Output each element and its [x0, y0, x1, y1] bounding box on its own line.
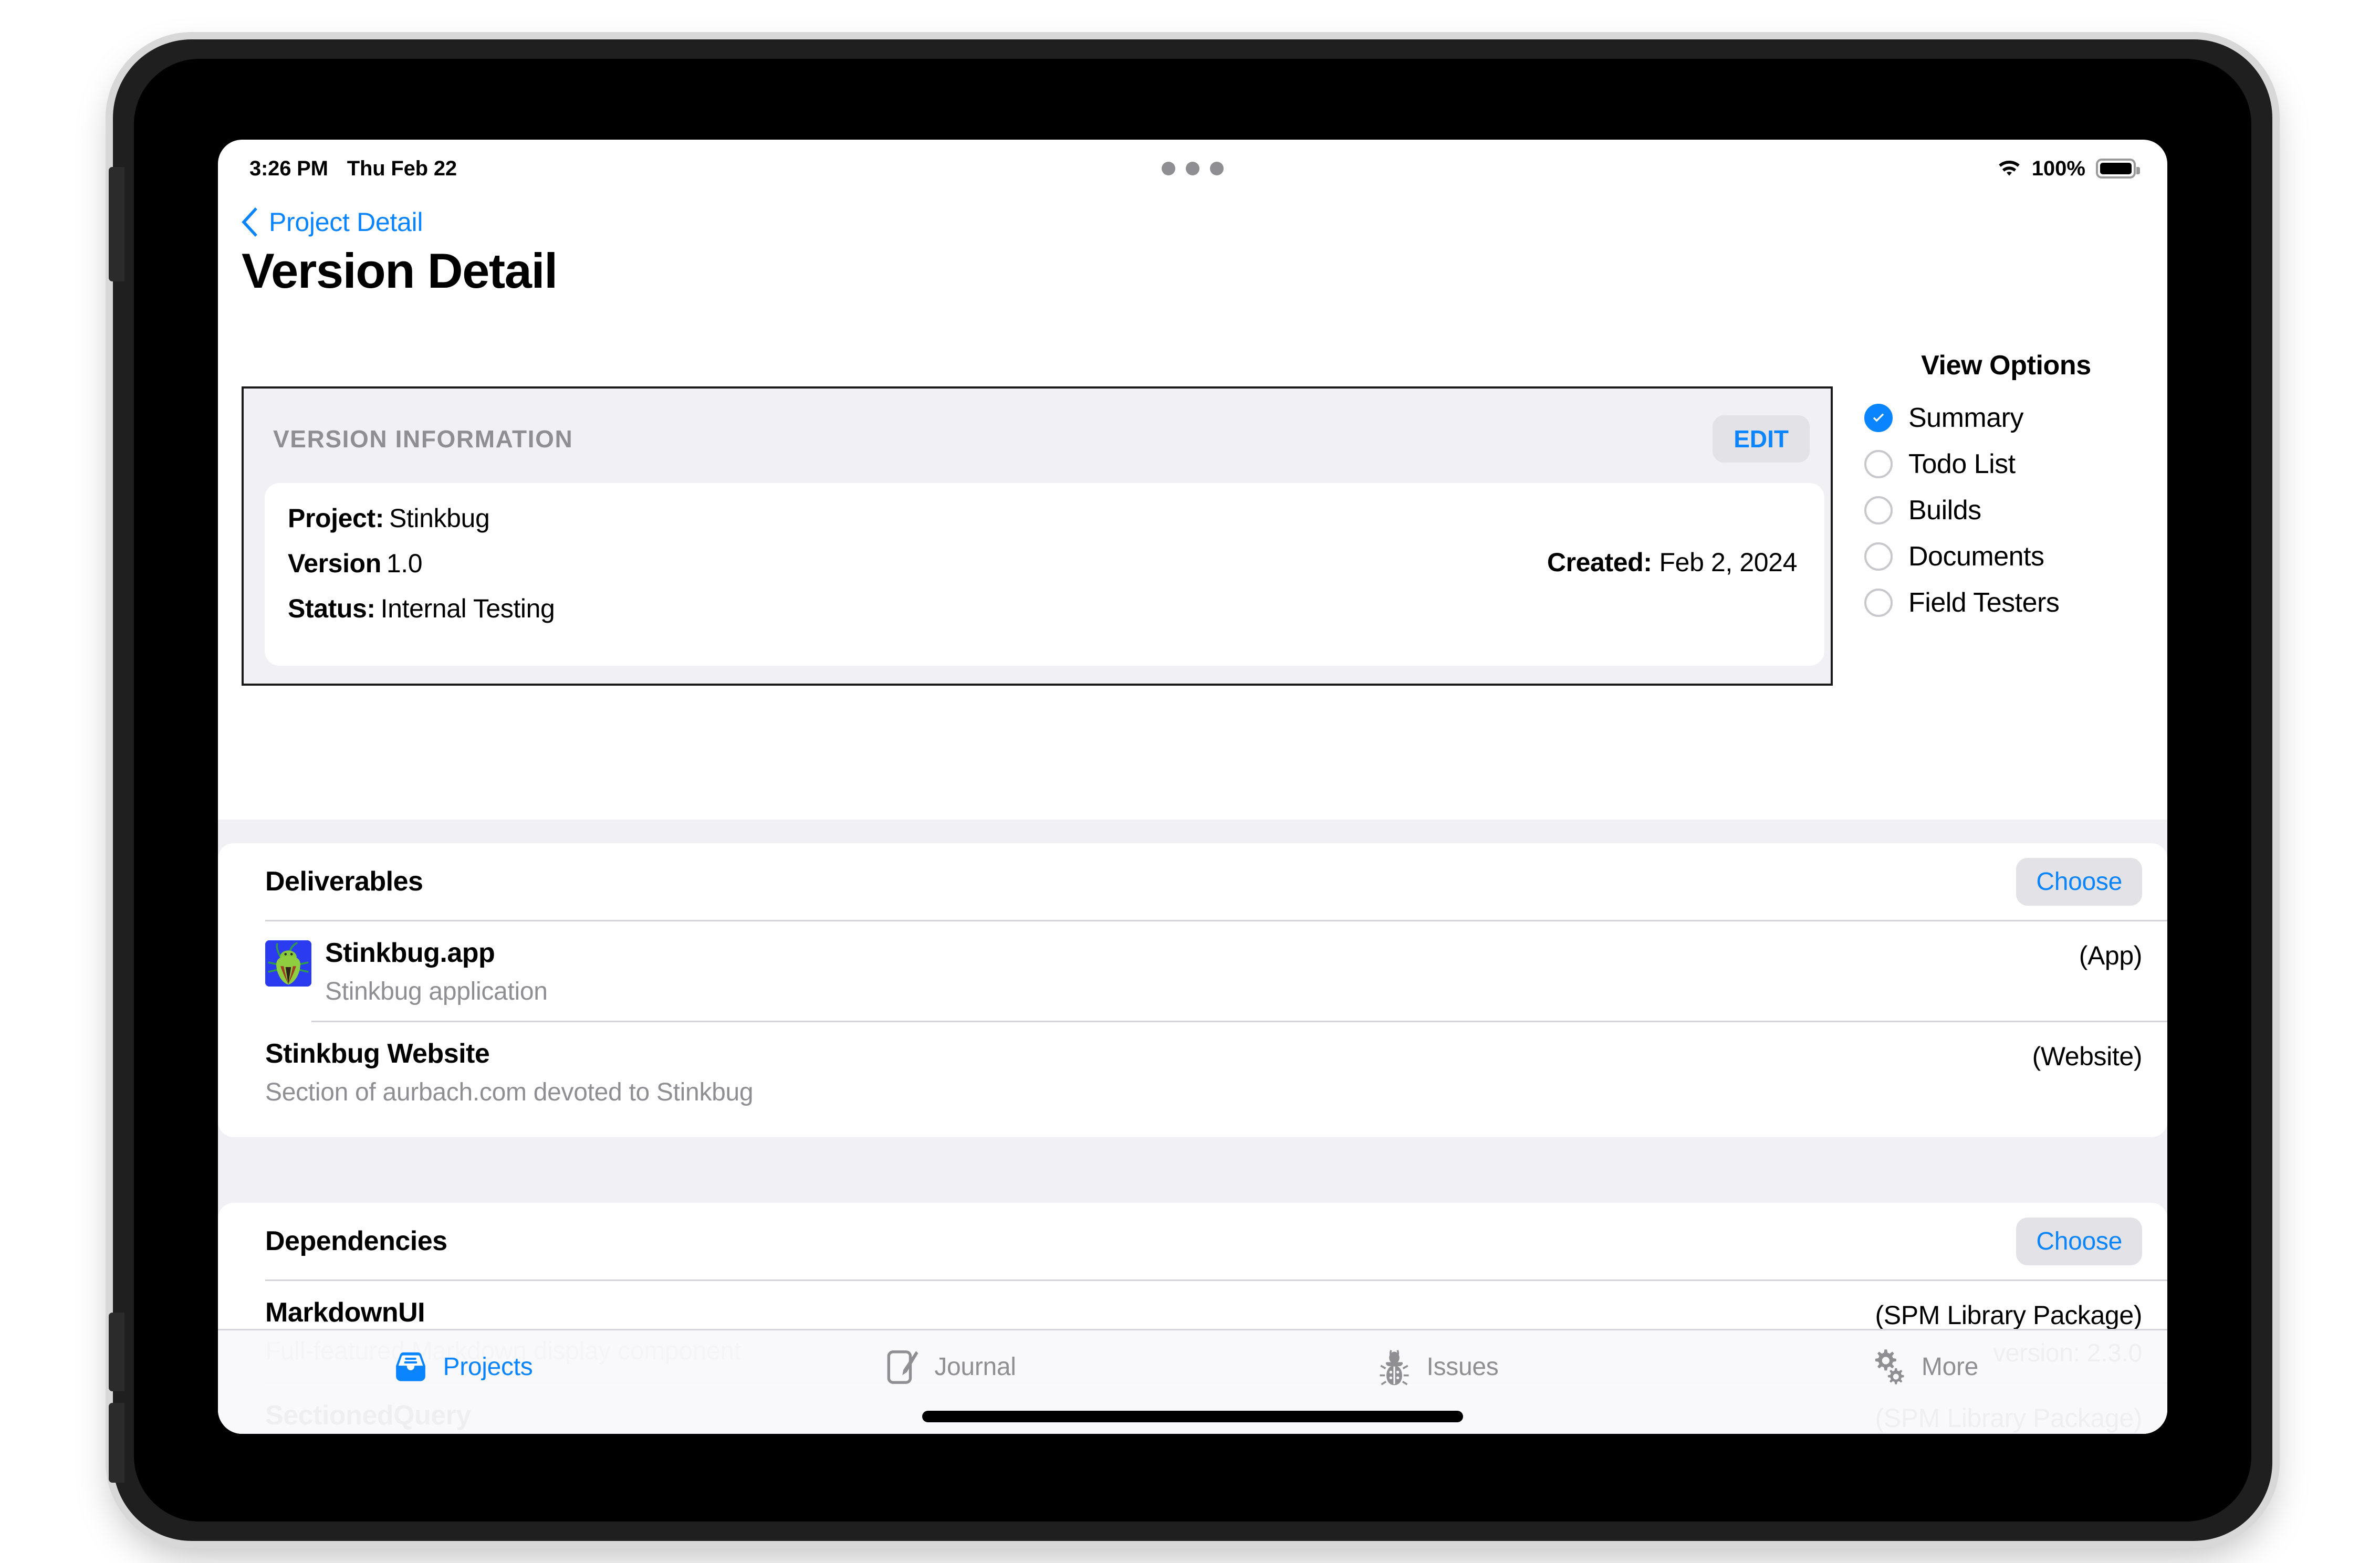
field-project: Project: Stinkbug [288, 503, 1547, 533]
multitasking-dots[interactable] [1162, 162, 1224, 175]
view-option-summary[interactable]: Summary [1859, 395, 2153, 441]
view-option-label: Field Testers [1908, 588, 2060, 618]
view-option-label: Todo List [1908, 449, 2016, 479]
deliverables-title: Deliverables [265, 866, 423, 897]
dependencies-title: Dependencies [265, 1226, 447, 1256]
view-option-field-testers[interactable]: Field Testers [1859, 580, 2153, 626]
field-status-value: Internal Testing [380, 594, 555, 623]
power-button[interactable] [109, 167, 124, 281]
tray-icon [395, 1352, 425, 1381]
field-status-label: Status: [288, 594, 375, 623]
tab-label: Projects [443, 1353, 533, 1381]
field-created: Created: Feb 2, 2024 [1547, 547, 1798, 578]
view-option-todo-list[interactable]: Todo List [1859, 441, 2153, 487]
deliverables-choose-button[interactable]: Choose [2016, 857, 2142, 906]
checkmark-icon [1873, 413, 1884, 422]
version-information-card: VERSION INFORMATION EDIT Project: Stinkbu… [242, 386, 1833, 686]
radio-selected-icon [1864, 404, 1893, 432]
status-bar-right: 100% [1997, 156, 2140, 181]
home-indicator[interactable] [922, 1411, 1463, 1422]
table-row[interactable]: Stinkbug Website Section of aurbach.com … [218, 1022, 2167, 1121]
dependency-type: (SPM Library Package) [1875, 1300, 2143, 1330]
dependencies-choose-button[interactable]: Choose [2016, 1217, 2142, 1265]
deliverables-header: Deliverables Choose [218, 843, 2167, 920]
view-options-title: View Options [1921, 350, 2091, 381]
dependencies-header: Dependencies Choose [218, 1203, 2167, 1279]
row-text: Stinkbug.app Stinkbug application [325, 937, 2058, 1006]
volume-up-button[interactable] [109, 1313, 124, 1391]
version-information-body: Project: Stinkbug Version 1.0 Status: Inter… [265, 483, 1824, 666]
deliverable-subtitle: Section of aurbach.com devoted to Stinkb… [265, 1078, 754, 1106]
view-option-label: Summary [1908, 403, 2023, 433]
deliverable-subtitle: Stinkbug application [325, 978, 548, 1005]
status-bar-left: 3:26 PM Thu Feb 22 [249, 157, 457, 181]
deliverable-type: (App) [2079, 941, 2143, 970]
stinkbug-glyph [265, 940, 311, 987]
field-status: Status: Internal Testing [288, 593, 1547, 624]
deliverable-type: (Website) [2032, 1042, 2143, 1071]
deliverable-name: Stinkbug Website [265, 1038, 490, 1069]
field-project-label: Project: [288, 503, 384, 533]
battery-fill [2100, 163, 2132, 174]
wifi-icon [1998, 160, 2020, 176]
view-option-documents[interactable]: Documents [1859, 533, 2153, 580]
notebook-pencil-icon [887, 1350, 918, 1384]
field-created-label: Created: [1547, 548, 1652, 577]
gears-icon [1875, 1349, 1904, 1384]
tab-label: More [1921, 1353, 1979, 1381]
row-text: Stinkbug Website Section of aurbach.com … [265, 1038, 2011, 1107]
table-row[interactable]: Stinkbug.app Stinkbug application (App) [218, 921, 2167, 1021]
tab-bar: Projects Journal Issues More [218, 1329, 2167, 1434]
version-information-header: VERSION INFORMATION EDIT [244, 389, 1831, 489]
field-version-value: 1.0 [386, 549, 423, 578]
view-option-label: Builds [1908, 495, 1981, 526]
multitask-dot [1186, 162, 1199, 175]
field-version: Version 1.0 [288, 548, 1547, 579]
dependency-name: MarkdownUI [265, 1297, 425, 1328]
radio-unselected-icon [1864, 496, 1893, 525]
bug-icon [1379, 1350, 1409, 1386]
row-meta: (Website) [2011, 1038, 2143, 1072]
screenshot-stage: 3:26 PM Thu Feb 22 100% Project Detail V… [0, 0, 2380, 1563]
ipad-screen: 3:26 PM Thu Feb 22 100% Project Detail V… [218, 140, 2167, 1434]
radio-unselected-icon [1864, 450, 1893, 478]
back-button-label: Project Detail [269, 207, 423, 237]
tab-projects[interactable]: Projects [218, 1343, 705, 1434]
field-version-label: Version [288, 549, 381, 578]
status-bar: 3:26 PM Thu Feb 22 100% [218, 140, 2167, 197]
status-date: Thu Feb 22 [347, 156, 457, 180]
radio-unselected-icon [1864, 589, 1893, 617]
battery-percent: 100% [2031, 156, 2085, 180]
tab-label: Issues [1426, 1353, 1499, 1381]
view-option-label: Documents [1908, 541, 2044, 572]
battery-icon [2096, 159, 2140, 179]
edit-button[interactable]: EDIT [1713, 415, 1810, 463]
status-time: 3:26 PM [249, 156, 328, 180]
tab-more[interactable]: More [1680, 1343, 2167, 1434]
page-title: Version Detail [242, 243, 558, 298]
field-project-value: Stinkbug [389, 503, 490, 533]
version-created: Created: Feb 2, 2024 [1547, 503, 1801, 666]
deliverables-section: Deliverables Choose Stinkbug.app Stinkbu… [218, 843, 2167, 1137]
radio-unselected-icon [1864, 542, 1893, 571]
multitask-dot [1162, 162, 1175, 175]
volume-down-button[interactable] [109, 1403, 124, 1483]
view-option-builds[interactable]: Builds [1859, 487, 2153, 533]
multitask-dot [1210, 162, 1224, 175]
chevron-left-icon [242, 207, 257, 237]
view-options-panel: View Options Summary Todo List Builds Do… [1859, 350, 2153, 626]
stinkbug-app-icon [265, 940, 311, 987]
field-created-value: Feb 2, 2024 [1659, 548, 1798, 577]
row-meta: (App) [2058, 937, 2143, 971]
version-fields: Project: Stinkbug Version 1.0 Status: Inter… [288, 503, 1547, 666]
back-button[interactable]: Project Detail [242, 207, 423, 237]
tab-label: Journal [934, 1353, 1016, 1381]
deliverable-name: Stinkbug.app [325, 938, 495, 968]
version-information-title: VERSION INFORMATION [273, 425, 573, 453]
